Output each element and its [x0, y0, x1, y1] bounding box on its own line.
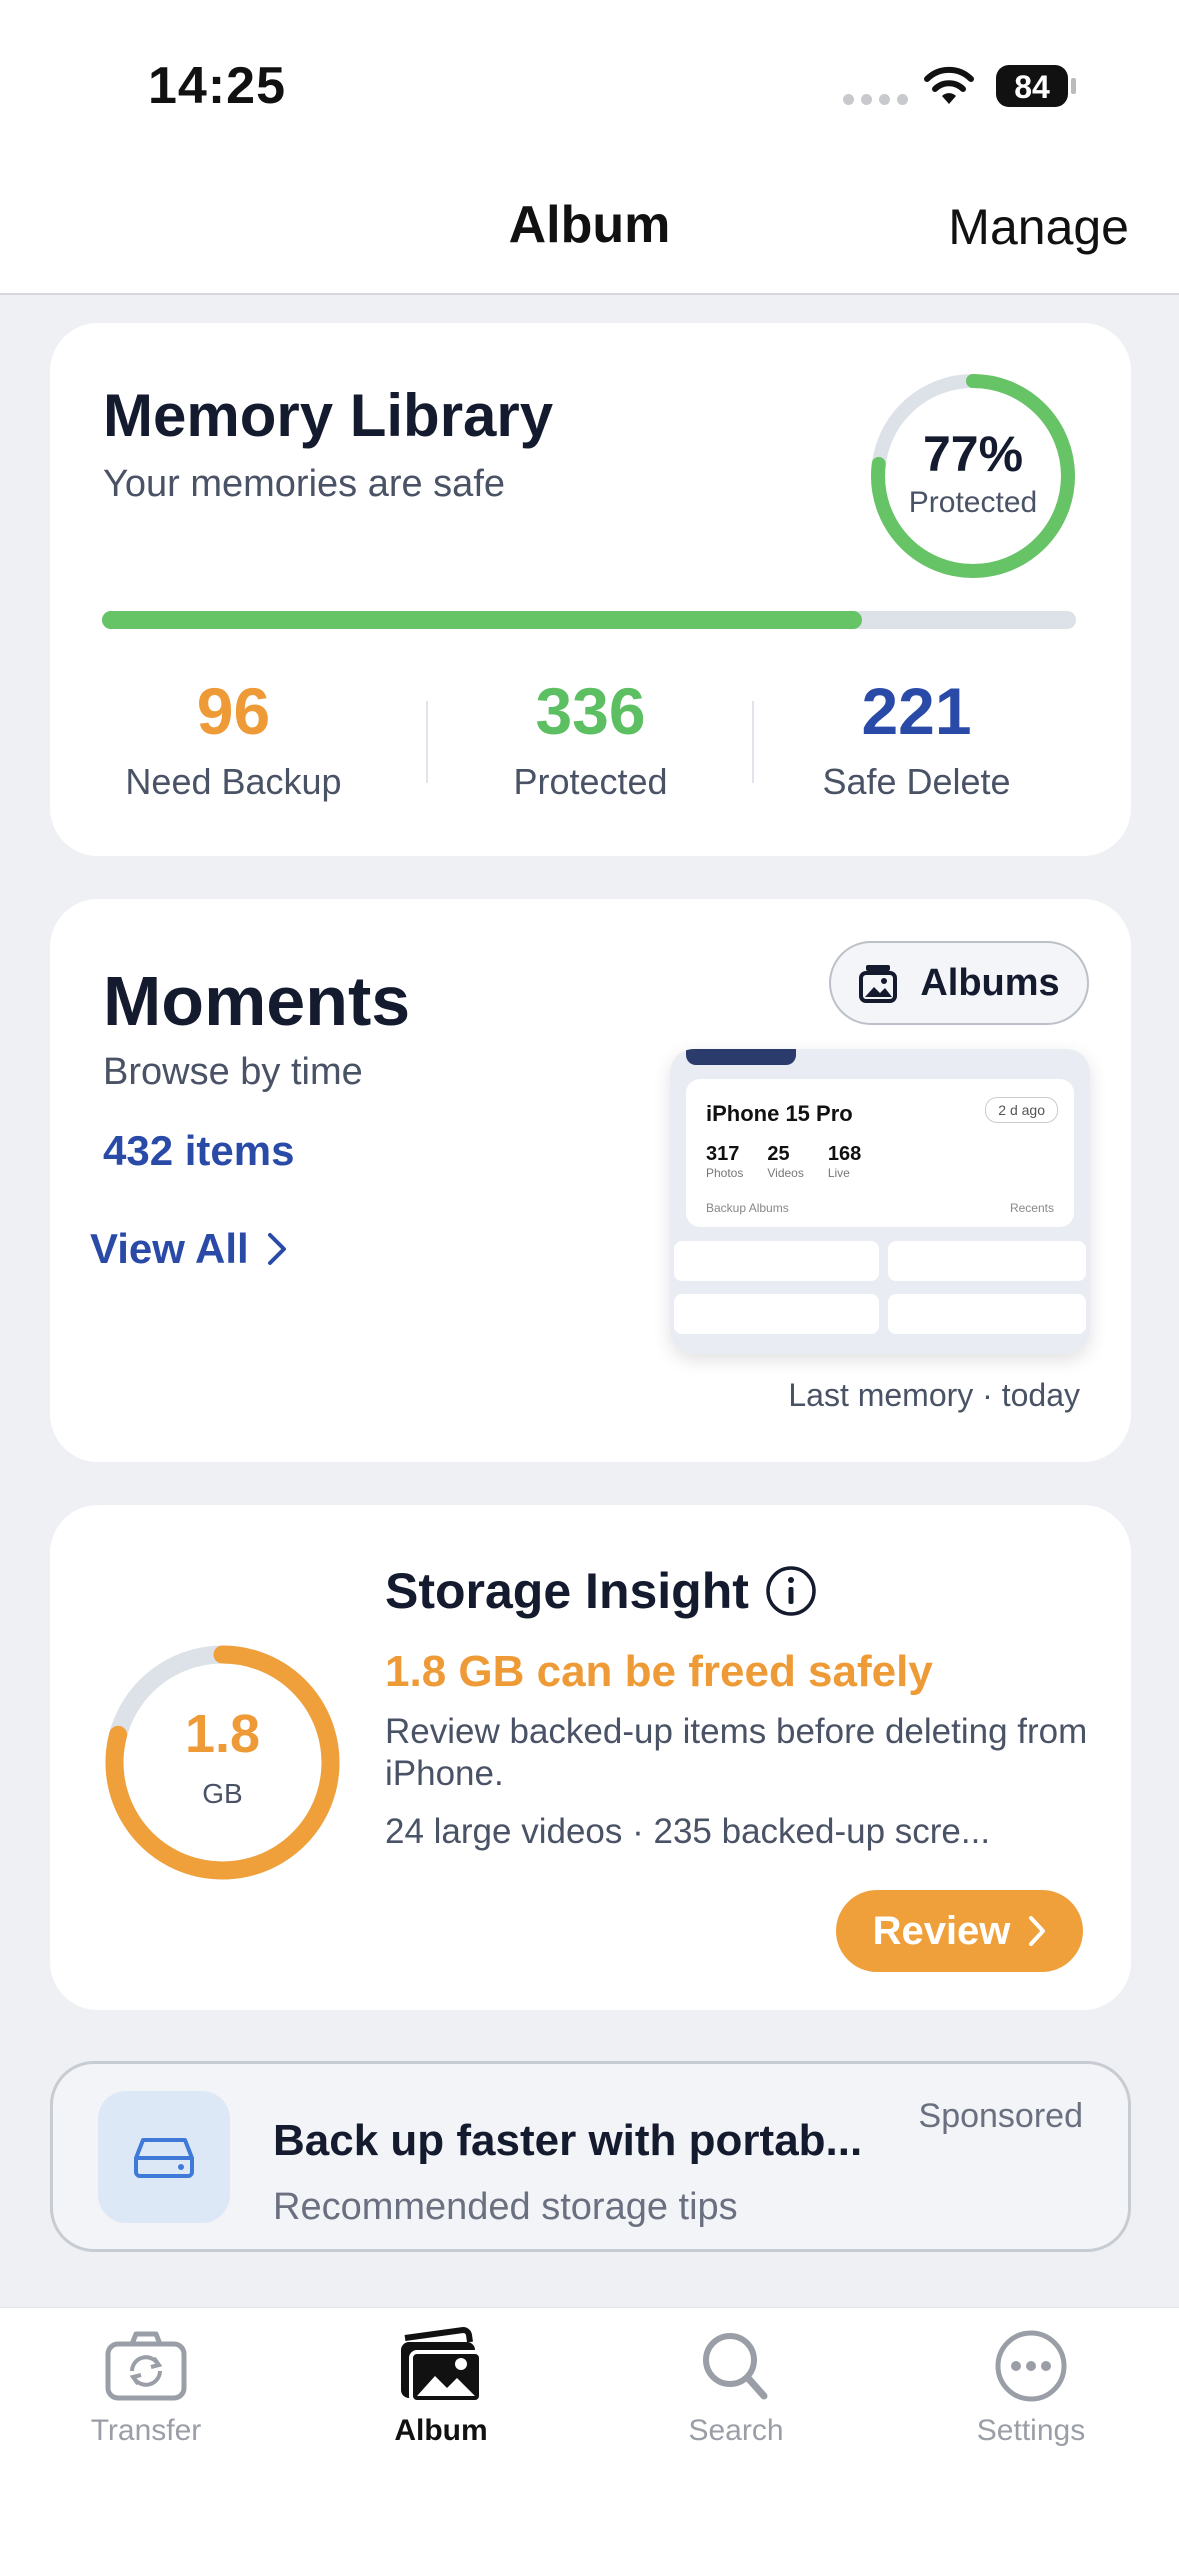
thumbnail-ago-badge: 2 d ago — [985, 1097, 1058, 1123]
thumbnail-device-card: iPhone 15 Pro 2 d ago 317 Photos 25 Videos… — [686, 1079, 1074, 1227]
storage-insight-title: Storage Insight — [385, 1562, 817, 1620]
protected-count: 336 — [535, 674, 646, 748]
need-backup-stat[interactable]: 96 Need Backup — [71, 673, 396, 803]
moments-subtitle: Browse by time — [103, 1051, 363, 1093]
chevron-right-icon — [1029, 1916, 1046, 1946]
chevron-right-icon — [267, 1233, 286, 1265]
safe-delete-stat[interactable]: 221 Safe Delete — [754, 673, 1079, 803]
tab-settings-label: Settings — [976, 2414, 1086, 2447]
thumbnail-counts: 317 Photos 25 Videos 168 Live — [706, 1143, 861, 1180]
photo-stack-icon — [859, 965, 898, 1003]
thumbnail-device-name: iPhone 15 Pro — [706, 1101, 853, 1126]
search-icon — [703, 2333, 768, 2400]
sponsored-card[interactable]: Back up faster with portab... Recommende… — [50, 2061, 1131, 2252]
tab-album-label: Album — [394, 2414, 488, 2447]
moments-count: 432 items — [103, 1127, 295, 1174]
tab-transfer[interactable]: Transfer — [46, 2326, 246, 2448]
ellipsis-circle-icon — [995, 2330, 1067, 2402]
storage-description: Review backed-up items before deleting f… — [385, 1712, 1088, 1793]
photo-album-icon — [401, 2327, 483, 2404]
battery-icon: 84 — [995, 64, 1077, 108]
tab-album[interactable]: Album — [341, 2326, 541, 2448]
thumbnail-row — [888, 1241, 1086, 1281]
status-bar: 14:25 84 — [0, 0, 1179, 170]
albums-button[interactable]: Albums — [829, 941, 1089, 1025]
backup-progress-fill — [102, 611, 862, 629]
storage-donut-unit: GB — [202, 1778, 243, 1809]
thumbnail-row — [888, 1294, 1086, 1334]
memory-library-title: Memory Library — [103, 382, 554, 449]
sponsored-title: Back up faster with portab... — [273, 2116, 863, 2165]
moments-card[interactable]: Moments Browse by time 432 items View Al… — [50, 899, 1131, 1462]
thumbnail-footer-right: Recents — [1009, 1201, 1054, 1215]
tab-search-label: Search — [688, 2414, 784, 2447]
view-all-label: View All — [90, 1225, 249, 1272]
tab-transfer-label: Transfer — [90, 2414, 202, 2447]
cellular-signal-icon — [843, 94, 908, 105]
storage-headline: 1.8 GB can be freed safely — [385, 1647, 933, 1696]
memory-library-card[interactable]: Memory Library Your memories are safe 77… — [50, 323, 1131, 856]
review-button-label: Review — [872, 1908, 1011, 1953]
status-time: 14:25 — [148, 57, 286, 115]
protected-label: Protected — [513, 761, 668, 802]
info-icon[interactable] — [765, 1565, 817, 1617]
manage-button[interactable]: Manage — [948, 198, 1129, 256]
thumbnail-row — [674, 1294, 879, 1334]
thumbnail-footer-left: Backup Albums — [706, 1201, 789, 1215]
thumbnail-row — [674, 1241, 879, 1281]
safe-delete-label: Safe Delete — [822, 761, 1011, 802]
storage-detail: 24 large videos · 235 backed-up scre... — [385, 1812, 991, 1851]
review-button[interactable]: Review — [836, 1890, 1083, 1972]
protected-ring-label: Protected — [908, 486, 1038, 519]
need-backup-count: 96 — [196, 674, 271, 748]
moments-title: Moments — [103, 962, 411, 1040]
albums-button-label: Albums — [920, 961, 1060, 1004]
navigation-bar: Album Manage — [0, 170, 1179, 295]
last-memory-caption: Last memory · today — [788, 1377, 1080, 1413]
storage-insight-title-text: Storage Insight — [385, 1563, 749, 1619]
sponsored-tag: Sponsored — [918, 2097, 1083, 2135]
tab-search[interactable]: Search — [636, 2326, 836, 2448]
protected-stat[interactable]: 336 Protected — [428, 673, 753, 803]
thumbnail-count: 25 Videos — [767, 1143, 804, 1180]
last-memory-thumbnail[interactable]: iPhone 15 Pro 2 d ago 317 Photos 25 Videos… — [670, 1049, 1090, 1354]
thumbnail-count: 168 Live — [827, 1143, 862, 1180]
thumbnail-count: 317 Photos — [706, 1143, 744, 1180]
need-backup-label: Need Backup — [125, 761, 342, 802]
tab-settings[interactable]: Settings — [931, 2326, 1131, 2448]
safe-delete-count: 221 — [861, 674, 972, 748]
sponsored-subtitle: Recommended storage tips — [273, 2186, 738, 2228]
hard-drive-icon — [98, 2091, 230, 2223]
tab-bar: Transfer Album Search Settings — [0, 2307, 1179, 2556]
backup-progress-bar — [102, 611, 1076, 629]
protected-percent: 77% — [922, 426, 1024, 482]
storage-insight-card[interactable]: 1.8 GB Storage Insight 1.8 GB can be fre… — [50, 1505, 1131, 2010]
storage-donut-value: 1.8 — [184, 1704, 261, 1764]
thumbnail-header-bar — [686, 1049, 796, 1065]
camera-rotate-icon — [105, 2331, 187, 2401]
wifi-icon — [924, 66, 974, 104]
battery-level: 84 — [1014, 69, 1050, 105]
view-all-button[interactable]: View All — [90, 1225, 287, 1273]
memory-library-subtitle: Your memories are safe — [103, 463, 506, 505]
